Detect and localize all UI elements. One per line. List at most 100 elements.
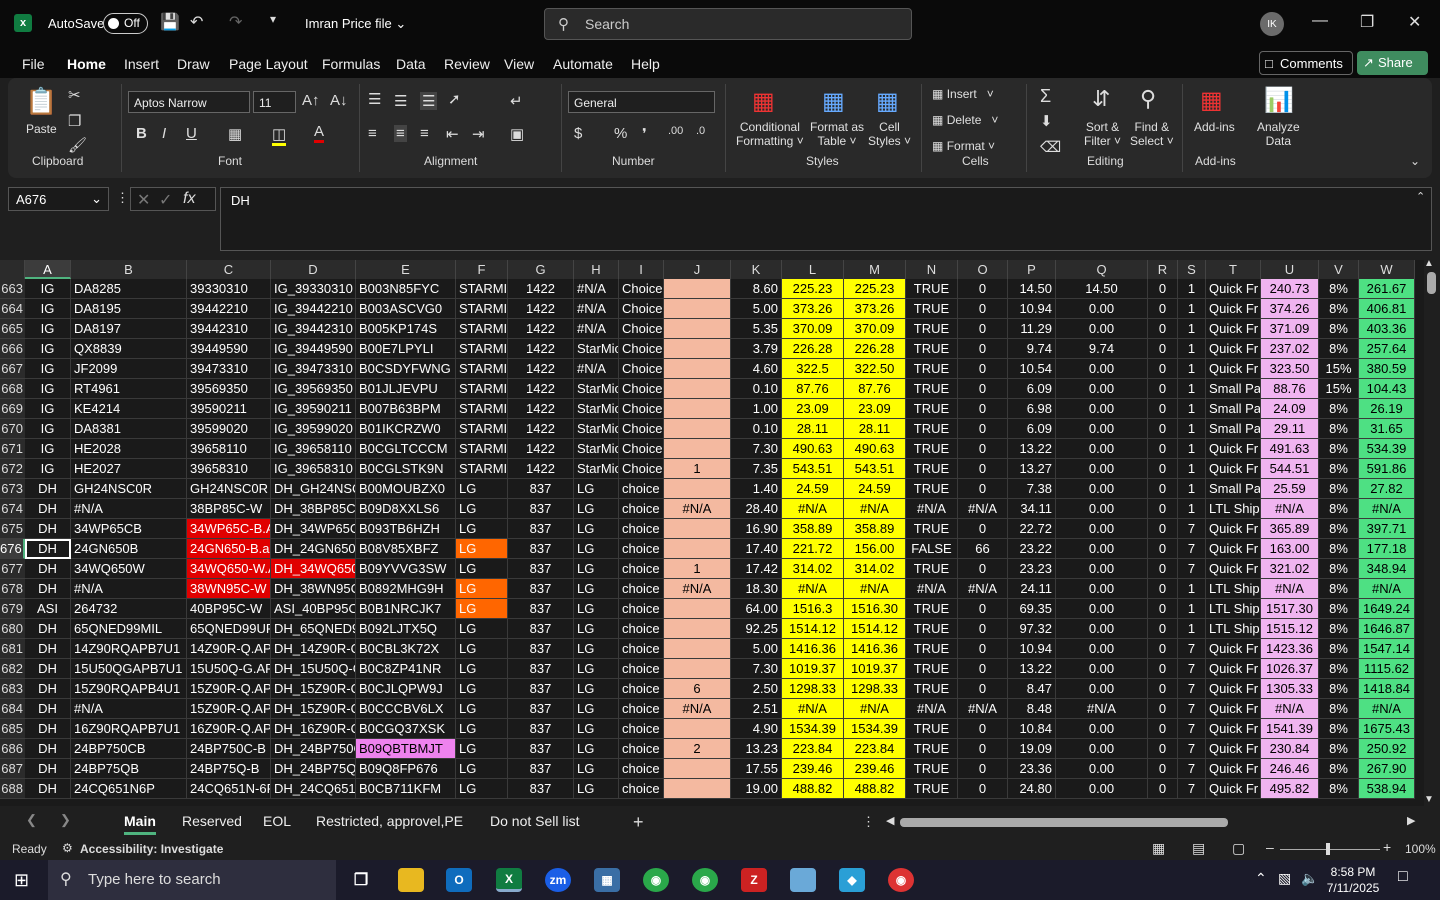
cell-s673[interactable]: 1 — [1178, 479, 1206, 499]
cell-e667[interactable]: B0CSDYFWNG — [356, 359, 456, 379]
fill-icon[interactable]: ⬇ — [1040, 112, 1053, 130]
cell-f665[interactable]: STARMIC — [456, 319, 508, 339]
align-bottom-icon[interactable]: ☰ — [420, 92, 438, 110]
cell-t666[interactable]: Quick Fr — [1206, 339, 1261, 359]
cell-r671[interactable]: 0 — [1148, 439, 1178, 459]
cell-l670[interactable]: 28.11 — [782, 419, 844, 439]
cell-e684[interactable]: B0CCCBV6LX — [356, 699, 456, 719]
cell-c666[interactable]: 39449590 — [187, 339, 271, 359]
cell-f686[interactable]: LG — [456, 739, 508, 759]
cell-b669[interactable]: KE4214 — [71, 399, 187, 419]
row-header[interactable]: 677 — [0, 559, 25, 579]
cell-r665[interactable]: 0 — [1148, 319, 1178, 339]
column-header-e[interactable]: E — [356, 260, 456, 279]
find-select-button[interactable]: Find & Select ˅ — [1130, 120, 1174, 148]
row-header[interactable]: 680 — [0, 619, 25, 639]
cell-l668[interactable]: 87.76 — [782, 379, 844, 399]
cell-m680[interactable]: 1514.12 — [844, 619, 906, 639]
cell-o672[interactable]: 0 — [958, 459, 1008, 479]
cell-r677[interactable]: 0 — [1148, 559, 1178, 579]
autosum-icon[interactable]: Σ — [1040, 86, 1051, 107]
cell-t681[interactable]: Quick Fr — [1206, 639, 1261, 659]
menu-view[interactable]: View — [504, 56, 534, 72]
cell-c667[interactable]: 39473310 — [187, 359, 271, 379]
cell-c664[interactable]: 39442210 — [187, 299, 271, 319]
cell-h673[interactable]: LG — [574, 479, 619, 499]
cell-p685[interactable]: 10.84 — [1008, 719, 1056, 739]
horizontal-scroll-thumb[interactable] — [900, 818, 1228, 827]
cell-q672[interactable]: 0.00 — [1056, 459, 1148, 479]
cell-t684[interactable]: Quick Fr — [1206, 699, 1261, 719]
cell-a669[interactable]: IG — [25, 399, 71, 419]
cell-l675[interactable]: 358.89 — [782, 519, 844, 539]
cell-a663[interactable]: IG — [25, 279, 71, 299]
cell-k682[interactable]: 7.30 — [731, 659, 782, 679]
row-header[interactable]: 684 — [0, 699, 25, 719]
cell-s674[interactable]: 1 — [1178, 499, 1206, 519]
normal-view-icon[interactable]: ▦ — [1152, 840, 1165, 857]
cell-o671[interactable]: 0 — [958, 439, 1008, 459]
cell-i665[interactable]: Choice — [619, 319, 664, 339]
cell-o678[interactable]: #N/A — [958, 579, 1008, 599]
column-header-u[interactable]: U — [1261, 260, 1319, 279]
tab-restricted[interactable]: Restricted, approvel,PE — [316, 813, 463, 829]
cell-w672[interactable]: 591.86 — [1359, 459, 1415, 479]
cell-i672[interactable]: Choice — [619, 459, 664, 479]
restore-icon[interactable]: ❐ — [1360, 12, 1374, 32]
cell-n671[interactable]: TRUE — [906, 439, 958, 459]
cell-b670[interactable]: DA8381 — [71, 419, 187, 439]
cell-o663[interactable]: 0 — [958, 279, 1008, 299]
cell-t664[interactable]: Quick Fr — [1206, 299, 1261, 319]
cell-j679[interactable] — [664, 599, 731, 619]
cell-o685[interactable]: 0 — [958, 719, 1008, 739]
cell-m688[interactable]: 488.82 — [844, 779, 906, 799]
cell-o675[interactable]: 0 — [958, 519, 1008, 539]
cell-q668[interactable]: 0.00 — [1056, 379, 1148, 399]
cell-a688[interactable]: DH — [25, 779, 71, 799]
cell-o668[interactable]: 0 — [958, 379, 1008, 399]
vertical-scrollbar[interactable] — [1424, 260, 1440, 806]
cell-a668[interactable]: IG — [25, 379, 71, 399]
column-header-b[interactable]: B — [71, 260, 187, 279]
cell-t672[interactable]: Quick Fr — [1206, 459, 1261, 479]
cell-s668[interactable]: 1 — [1178, 379, 1206, 399]
cell-h683[interactable]: LG — [574, 679, 619, 699]
cell-v666[interactable]: 8% — [1319, 339, 1359, 359]
cell-t669[interactable]: Small Pa — [1206, 399, 1261, 419]
cell-p678[interactable]: 24.11 — [1008, 579, 1056, 599]
cell-h678[interactable]: LG — [574, 579, 619, 599]
cell-w677[interactable]: 348.94 — [1359, 559, 1415, 579]
cell-g676[interactable]: 837 — [508, 539, 574, 559]
borders-icon[interactable]: ▦ — [228, 125, 242, 143]
cell-g679[interactable]: 837 — [508, 599, 574, 619]
cell-r681[interactable]: 0 — [1148, 639, 1178, 659]
cell-l683[interactable]: 1298.33 — [782, 679, 844, 699]
cell-q685[interactable]: 0.00 — [1056, 719, 1148, 739]
cell-a675[interactable]: DH — [25, 519, 71, 539]
cell-w681[interactable]: 1547.14 — [1359, 639, 1415, 659]
cell-j683[interactable]: 6 — [664, 679, 731, 699]
column-header-g[interactable]: G — [508, 260, 574, 279]
cell-d681[interactable]: DH_14Z90R-Q — [271, 639, 356, 659]
scroll-right-icon[interactable]: ▶ — [1407, 814, 1415, 827]
cell-m683[interactable]: 1298.33 — [844, 679, 906, 699]
cell-f663[interactable]: STARMIC — [456, 279, 508, 299]
cell-j674[interactable]: #N/A — [664, 499, 731, 519]
cell-v679[interactable]: 8% — [1319, 599, 1359, 619]
cell-w680[interactable]: 1646.87 — [1359, 619, 1415, 639]
cell-w669[interactable]: 26.19 — [1359, 399, 1415, 419]
cell-m676[interactable]: 156.00 — [844, 539, 906, 559]
column-header-k[interactable]: K — [731, 260, 782, 279]
column-header-a[interactable]: A — [25, 260, 71, 279]
add-sheet-icon[interactable]: + — [633, 812, 644, 833]
cell-p672[interactable]: 13.27 — [1008, 459, 1056, 479]
column-header-i[interactable]: I — [619, 260, 664, 279]
cell-h680[interactable]: LG — [574, 619, 619, 639]
cell-b687[interactable]: 24BP75QB — [71, 759, 187, 779]
cell-v677[interactable]: 8% — [1319, 559, 1359, 579]
cell-r687[interactable]: 0 — [1148, 759, 1178, 779]
row-header[interactable]: 666 — [0, 339, 25, 359]
cell-s678[interactable]: 1 — [1178, 579, 1206, 599]
cell-i688[interactable]: choice — [619, 779, 664, 799]
cell-t668[interactable]: Small Pa — [1206, 379, 1261, 399]
